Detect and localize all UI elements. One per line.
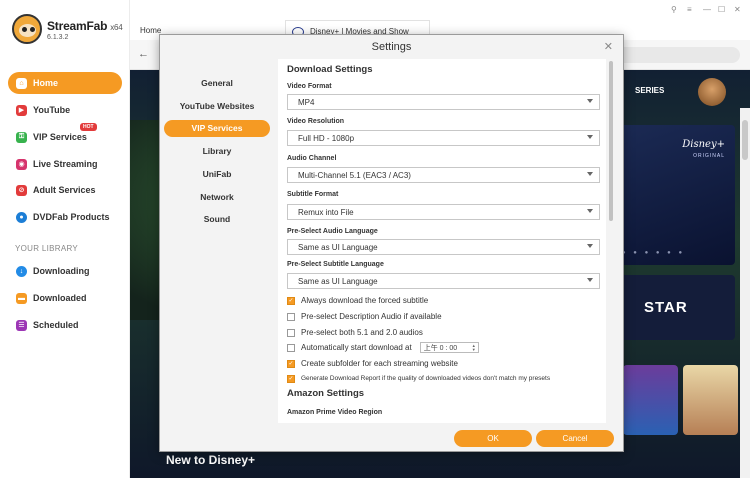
start-time-input[interactable]: 上午 0 : 00 ▲ ▼ bbox=[419, 342, 479, 353]
url-field[interactable] bbox=[610, 47, 740, 63]
ok-button[interactable]: OK bbox=[454, 430, 532, 447]
sidebar-item-scheduled[interactable]: ☰ Scheduled bbox=[8, 314, 122, 336]
settings-dialog: Settings ✕ General YouTube Websites VIP … bbox=[159, 34, 624, 452]
profile-avatar[interactable] bbox=[698, 78, 726, 106]
checkbox-unchecked[interactable] bbox=[287, 343, 295, 352]
video-resolution-label: Video Resolution bbox=[287, 118, 345, 125]
settings-nav: General YouTube Websites VIP Services Li… bbox=[160, 59, 278, 429]
download-settings-heading: Download Settings bbox=[287, 64, 373, 75]
show-card[interactable] bbox=[623, 365, 678, 435]
sidebar-item-dvdfab-products[interactable]: ● DVDFab Products bbox=[8, 206, 122, 228]
content-scrollbar[interactable] bbox=[740, 108, 750, 478]
star-card[interactable]: STAR bbox=[620, 275, 735, 340]
audio-language-label: Pre-Select Audio Language bbox=[287, 228, 378, 235]
sidebar-item-adult-services[interactable]: ⊘ Adult Services bbox=[8, 179, 122, 201]
cancel-button[interactable]: Cancel bbox=[536, 430, 614, 447]
amazon-settings-heading: Amazon Settings bbox=[287, 388, 365, 399]
settings-panel: Download Settings Video Format MP4 Video… bbox=[278, 59, 606, 423]
show-card[interactable] bbox=[683, 365, 738, 435]
settings-scrollbar[interactable] bbox=[606, 59, 616, 423]
key-icon: ⚿ bbox=[16, 131, 27, 143]
subtitle-language-select[interactable]: Same as UI Language bbox=[287, 273, 600, 289]
disney-plus-logo: Disney+ bbox=[682, 139, 725, 150]
hot-badge: HOT bbox=[80, 123, 97, 131]
chevron-down-icon bbox=[587, 244, 593, 248]
streamfab-logo bbox=[12, 14, 42, 44]
sidebar: StreamFab x64 6.1.3.2 ⌂ Home ▶ YouTube ⚿ … bbox=[0, 0, 130, 478]
settings-nav-youtube-websites[interactable]: YouTube Websites bbox=[164, 98, 270, 115]
checkbox-checked[interactable]: ✓ bbox=[287, 296, 295, 305]
subtitle-format-label: Subtitle Format bbox=[287, 191, 339, 198]
adult-icon: ⊘ bbox=[16, 184, 27, 196]
close-icon[interactable]: ✕ bbox=[604, 40, 613, 53]
back-arrow-icon[interactable]: ← bbox=[138, 48, 149, 60]
video-resolution-select[interactable]: Full HD - 1080p bbox=[287, 130, 600, 146]
star-logo: STAR bbox=[644, 299, 688, 316]
settings-nav-vip-services[interactable]: VIP Services bbox=[164, 120, 270, 137]
sidebar-item-live-streaming[interactable]: ◉ Live Streaming bbox=[8, 153, 122, 175]
maximize-icon[interactable]: ☐ bbox=[718, 5, 725, 14]
settings-nav-sound[interactable]: Sound bbox=[164, 211, 270, 228]
subfolder-checkbox[interactable]: ✓ Create subfolder for each streaming web… bbox=[287, 358, 458, 369]
original-label: ORIGINAL bbox=[693, 153, 725, 159]
description-audio-checkbox[interactable]: Pre-select Description Audio if availabl… bbox=[287, 311, 442, 322]
amazon-region-label: Amazon Prime Video Region bbox=[287, 409, 383, 416]
minimize-icon[interactable]: — bbox=[703, 5, 711, 14]
time-spinner-icon[interactable]: ▲ ▼ bbox=[472, 344, 476, 352]
close-window-icon[interactable]: ✕ bbox=[734, 5, 741, 14]
settings-nav-general[interactable]: General bbox=[164, 75, 270, 92]
download-report-checkbox[interactable]: ✓ Generate Download Report if the quality… bbox=[287, 373, 550, 384]
subtitle-language-label: Pre-Select Subtitle Language bbox=[287, 261, 384, 268]
download-icon: ↓ bbox=[16, 265, 27, 277]
disney-original-card[interactable]: Disney+ ORIGINAL bbox=[620, 125, 735, 265]
library-title: YOUR LIBRARY bbox=[15, 244, 79, 253]
both-audios-checkbox[interactable]: Pre-select both 5.1 and 2.0 audios bbox=[287, 327, 423, 338]
subtitle-format-select[interactable]: Remux into File bbox=[287, 204, 600, 220]
schedule-icon: ☰ bbox=[16, 319, 27, 331]
wifi-icon[interactable]: ⚲ bbox=[671, 5, 677, 14]
video-format-select[interactable]: MP4 bbox=[287, 94, 600, 110]
settings-nav-network[interactable]: Network bbox=[164, 189, 270, 206]
settings-nav-unifab[interactable]: UniFab bbox=[164, 166, 270, 183]
audio-channel-label: Audio Channel bbox=[287, 155, 337, 162]
carousel-dots[interactable]: ● ● ● ● ● ● bbox=[622, 250, 685, 256]
new-to-disney-heading: New to Disney+ bbox=[166, 453, 256, 467]
menu-icon[interactable]: ≡ bbox=[687, 5, 692, 14]
chevron-down-icon bbox=[587, 278, 593, 282]
checkbox-checked[interactable]: ✓ bbox=[287, 374, 295, 383]
audio-language-select[interactable]: Same as UI Language bbox=[287, 239, 600, 255]
chevron-down-icon bbox=[587, 99, 593, 103]
checkbox-checked[interactable]: ✓ bbox=[287, 359, 295, 368]
sidebar-item-vip-services[interactable]: ⚿ VIP Services HOT bbox=[8, 123, 122, 148]
sidebar-item-youtube[interactable]: ▶ YouTube bbox=[8, 99, 122, 121]
auto-start-checkbox[interactable]: Automatically start download at 上午 0 : 0… bbox=[287, 342, 479, 353]
forced-subtitle-checkbox[interactable]: ✓ Always download the forced subtitle bbox=[287, 295, 428, 306]
youtube-icon: ▶ bbox=[16, 104, 27, 116]
live-icon: ◉ bbox=[16, 158, 27, 170]
settings-title: Settings bbox=[371, 41, 412, 53]
sidebar-item-downloading[interactable]: ↓ Downloading bbox=[8, 260, 122, 282]
app-version: 6.1.3.2 bbox=[47, 34, 69, 41]
app-name: StreamFab x64 bbox=[47, 19, 123, 33]
chevron-down-icon bbox=[587, 209, 593, 213]
dvdfab-icon: ● bbox=[16, 211, 27, 223]
series-nav[interactable]: SERIES bbox=[635, 86, 664, 95]
checkbox-unchecked[interactable] bbox=[287, 328, 295, 337]
video-format-label: Video Format bbox=[287, 83, 332, 90]
sidebar-item-home[interactable]: ⌂ Home bbox=[8, 72, 122, 94]
home-icon: ⌂ bbox=[16, 77, 27, 89]
folder-icon: ▬ bbox=[16, 292, 27, 304]
settings-nav-library[interactable]: Library bbox=[164, 143, 270, 160]
sidebar-item-downloaded[interactable]: ▬ Downloaded bbox=[8, 287, 122, 309]
chevron-down-icon bbox=[587, 135, 593, 139]
chevron-down-icon bbox=[587, 172, 593, 176]
checkbox-unchecked[interactable] bbox=[287, 312, 295, 321]
audio-channel-select[interactable]: Multi-Channel 5.1 (EAC3 / AC3) bbox=[287, 167, 600, 183]
